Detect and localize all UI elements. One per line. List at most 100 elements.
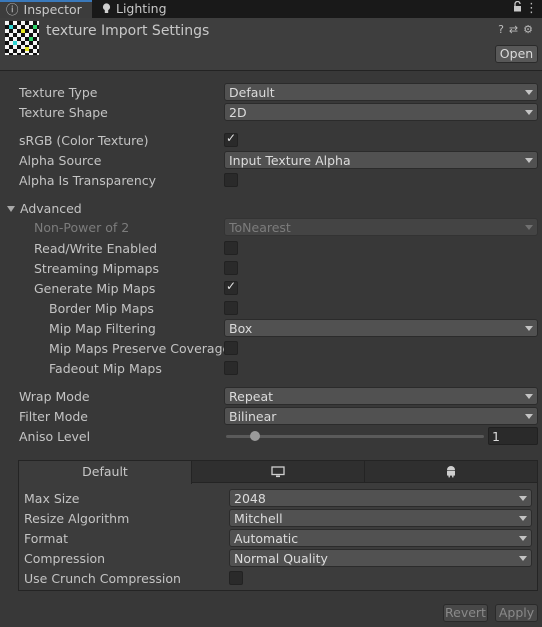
chevron-down-icon <box>525 110 533 115</box>
chevron-down-icon <box>525 326 533 331</box>
compression-dropdown[interactable]: Normal Quality <box>229 549 532 567</box>
aniso-slider-track[interactable] <box>226 435 484 438</box>
fadeout-mipmaps-checkbox[interactable] <box>224 361 238 375</box>
row-crunch-compression: Use Crunch Compression <box>19 568 537 588</box>
filter-mode-value: Bilinear <box>229 409 277 424</box>
crunch-compression-label: Use Crunch Compression <box>24 571 181 586</box>
format-label: Format <box>24 531 69 546</box>
row-streaming-mipmaps: Streaming Mipmaps <box>0 258 542 278</box>
chevron-down-icon <box>525 225 533 230</box>
npot-value: ToNearest <box>229 220 291 235</box>
tab-inspector[interactable]: ⓘ Inspector <box>0 0 92 18</box>
check-icon: ✓ <box>226 279 237 293</box>
help-icon[interactable]: ? <box>498 23 509 36</box>
open-button[interactable]: Open <box>495 45 538 63</box>
texture-shape-value: 2D <box>229 105 247 120</box>
row-preserve-coverage: Mip Maps Preserve Coverage <box>0 338 542 358</box>
advanced-foldout[interactable]: Advanced <box>0 198 542 218</box>
resize-algorithm-label: Resize Algorithm <box>24 511 130 526</box>
android-icon <box>445 464 457 479</box>
alpha-transparency-label: Alpha Is Transparency <box>19 173 157 188</box>
platform-tab-default[interactable]: Default <box>19 461 192 484</box>
format-dropdown[interactable]: Automatic <box>229 529 532 547</box>
filter-mode-label: Filter Mode <box>19 409 88 424</box>
chevron-down-icon <box>525 90 533 95</box>
revert-button[interactable]: Revert <box>443 604 488 622</box>
max-size-value: 2048 <box>234 491 266 506</box>
texture-thumbnail <box>5 21 39 55</box>
resize-algorithm-value: Mitchell <box>234 511 283 526</box>
wrap-mode-dropdown[interactable]: Repeat <box>224 387 538 405</box>
header-icons: ?⇄⚙ <box>498 23 538 36</box>
texture-shape-label: Texture Shape <box>19 105 108 120</box>
generate-mipmaps-checkbox[interactable]: ✓ <box>224 279 238 295</box>
apply-button[interactable]: Apply <box>495 604 538 622</box>
window-tab-bar: ⓘ Inspector Lighting ⋮ <box>0 0 542 18</box>
chevron-down-icon <box>525 394 533 399</box>
info-icon: ⓘ <box>6 2 19 17</box>
bulb-icon <box>102 0 111 18</box>
row-srgb: sRGB (Color Texture) ✓ <box>0 130 542 150</box>
aniso-slider-handle[interactable] <box>250 431 261 441</box>
filter-mode-dropdown[interactable]: Bilinear <box>224 407 538 425</box>
asset-title: texture Import Settings <box>46 23 210 39</box>
resize-algorithm-dropdown[interactable]: Mitchell <box>229 509 532 527</box>
row-texture-type: Texture Type Default <box>0 82 542 102</box>
border-mipmaps-label: Border Mip Maps <box>49 301 154 316</box>
chevron-down-icon <box>525 414 533 419</box>
row-npot: Non-Power of 2 ToNearest <box>0 217 542 237</box>
texture-shape-dropdown[interactable]: 2D <box>224 103 538 121</box>
fadeout-mipmaps-label: Fadeout Mip Maps <box>49 361 162 376</box>
aniso-level-field[interactable]: 1 <box>488 427 538 445</box>
row-fadeout-mipmaps: Fadeout Mip Maps <box>0 358 542 378</box>
max-size-label: Max Size <box>24 491 80 506</box>
alpha-source-dropdown[interactable]: Input Texture Alpha <box>224 151 538 169</box>
advanced-foldout-label: Advanced <box>7 201 82 216</box>
mipmap-filtering-dropdown[interactable]: Box <box>224 319 538 337</box>
row-alpha-source: Alpha Source Input Texture Alpha <box>0 150 542 170</box>
compression-value: Normal Quality <box>234 551 328 566</box>
texture-type-label: Texture Type <box>19 85 98 100</box>
monitor-icon <box>271 464 285 479</box>
chevron-down-icon <box>519 516 527 521</box>
platform-tab-android[interactable] <box>365 461 537 483</box>
texture-type-dropdown[interactable]: Default <box>224 83 538 101</box>
srgb-checkbox[interactable]: ✓ <box>224 131 238 147</box>
lock-icon[interactable] <box>513 0 522 17</box>
npot-dropdown: ToNearest <box>224 218 538 236</box>
preset-icon[interactable]: ⇄ <box>509 23 523 36</box>
alpha-source-label: Alpha Source <box>19 153 102 168</box>
texture-type-value: Default <box>229 85 275 100</box>
row-read-write: Read/Write Enabled <box>0 238 542 258</box>
preserve-coverage-label: Mip Maps Preserve Coverage <box>49 341 231 356</box>
platform-tabs: Default <box>19 461 537 484</box>
mipmap-filtering-label: Mip Map Filtering <box>49 321 156 336</box>
read-write-checkbox[interactable] <box>224 241 238 255</box>
row-border-mipmaps: Border Mip Maps <box>0 298 542 318</box>
preserve-coverage-checkbox[interactable] <box>224 341 238 355</box>
mipmap-filtering-value: Box <box>229 321 253 336</box>
aniso-level-label: Aniso Level <box>19 429 91 444</box>
gear-icon[interactable]: ⚙ <box>523 23 538 36</box>
advanced-label: Advanced <box>20 201 82 216</box>
row-compression: Compression Normal Quality <box>19 548 537 568</box>
max-size-dropdown[interactable]: 2048 <box>229 489 532 507</box>
tab-inspector-label: Inspector <box>23 2 82 17</box>
tab-lighting[interactable]: Lighting <box>102 0 182 18</box>
streaming-mipmaps-checkbox[interactable] <box>224 261 238 275</box>
row-generate-mipmaps: Generate Mip Maps ✓ <box>0 278 542 298</box>
alpha-transparency-checkbox[interactable] <box>224 173 238 187</box>
check-icon: ✓ <box>226 131 237 145</box>
generate-mipmaps-label: Generate Mip Maps <box>34 281 156 296</box>
tab-lighting-label: Lighting <box>116 1 167 16</box>
border-mipmaps-checkbox[interactable] <box>224 301 238 315</box>
format-value: Automatic <box>234 531 299 546</box>
foldout-arrow-icon <box>7 206 15 212</box>
platform-tab-standalone[interactable] <box>192 461 365 483</box>
crunch-compression-checkbox[interactable] <box>229 571 243 585</box>
more-menu-icon[interactable]: ⋮ <box>525 1 538 17</box>
read-write-label: Read/Write Enabled <box>34 241 158 256</box>
chevron-down-icon <box>519 556 527 561</box>
streaming-mipmaps-label: Streaming Mipmaps <box>34 261 160 276</box>
compression-label: Compression <box>24 551 106 566</box>
